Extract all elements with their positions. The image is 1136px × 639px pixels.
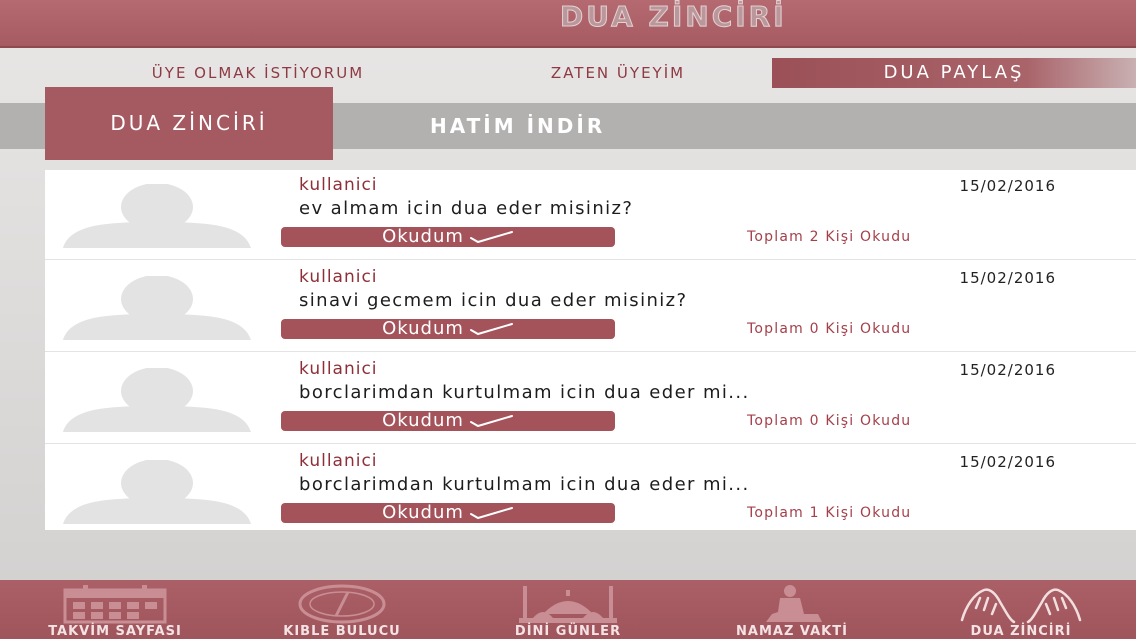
tab-hatim[interactable]: HATİM İNDİR <box>430 103 730 149</box>
read-button[interactable]: Okudum <box>281 411 615 431</box>
post-date: 15/02/2016 <box>959 361 1056 379</box>
nav-register[interactable]: ÜYE OLMAK İSTİYORUM <box>60 58 456 88</box>
nav-share-prayer[interactable]: DUA PAYLAŞ <box>772 58 1136 88</box>
list-item: kullanici 15/02/2016 ev almam icin dua e… <box>45 170 1136 260</box>
read-button-label: Okudum <box>382 318 464 339</box>
bottom-nav-prayer-times[interactable]: NAMAZ VAKTİ <box>682 580 902 639</box>
checkmark-icon <box>469 231 513 244</box>
page-title: DUA ZİNCİRİ <box>560 0 787 34</box>
read-count: Toplam 1 Kişi Okudu <box>747 505 912 521</box>
bottom-nav-label: TAKVİM SAYFASI <box>48 624 182 639</box>
bottom-nav-label: DİNİ GÜNLER <box>514 624 622 639</box>
read-button[interactable]: Okudum <box>281 227 615 247</box>
bottom-nav-religious-days[interactable]: DİNİ GÜNLER <box>458 580 678 639</box>
read-button-label: Okudum <box>382 502 464 523</box>
praying-hands-icon <box>960 588 1082 624</box>
post-date: 15/02/2016 <box>959 177 1056 195</box>
nav-login[interactable]: ZATEN ÜYEYİM <box>490 58 746 88</box>
avatar-placeholder-icon <box>63 184 251 248</box>
bottom-nav-label: KIBLE BULUCU <box>283 624 401 639</box>
checkmark-icon <box>469 415 513 428</box>
avatar-placeholder-icon <box>63 276 251 340</box>
compass-icon <box>298 584 386 624</box>
post-date: 15/02/2016 <box>959 453 1056 471</box>
mosque-icon <box>519 586 617 623</box>
list-item: kullanici 15/02/2016 borclarimdan kurtul… <box>45 354 1136 444</box>
list-item: kullanici 15/02/2016 sinavi gecmem icin … <box>45 262 1136 352</box>
post-date: 15/02/2016 <box>959 269 1056 287</box>
calendar-icon <box>63 585 167 624</box>
read-button-label: Okudum <box>382 410 464 431</box>
tab-prayer-chain[interactable]: DUA ZİNCİRİ <box>45 87 333 160</box>
checkmark-icon <box>469 323 513 336</box>
tab-bar: DUA ZİNCİRİ HATİM İNDİR <box>0 87 1136 160</box>
read-button[interactable]: Okudum <box>281 503 615 523</box>
read-count: Toplam 0 Kişi Okudu <box>747 321 912 337</box>
avatar-placeholder-icon <box>63 460 251 524</box>
post-message: ev almam icin dua eder misiniz? <box>299 198 634 219</box>
checkmark-icon <box>469 507 513 520</box>
post-username: kullanici <box>299 451 378 471</box>
post-message: borclarimdan kurtulmam icin dua eder mi.… <box>299 474 750 495</box>
bottom-nav: TAKVİM SAYFASI KIBLE BULUCU DİNİ GÜNLER <box>0 580 1136 639</box>
post-message: sinavi gecmem icin dua eder misiniz? <box>299 290 688 311</box>
read-button[interactable]: Okudum <box>281 319 615 339</box>
avatar-placeholder-icon <box>63 368 251 432</box>
bottom-nav-prayer-chain[interactable]: DUA ZİNCİRİ <box>910 580 1132 639</box>
post-username: kullanici <box>299 175 378 195</box>
bottom-nav-calendar[interactable]: TAKVİM SAYFASI <box>5 580 225 639</box>
post-message: borclarimdan kurtulmam icin dua eder mi.… <box>299 382 750 403</box>
bottom-nav-qibla[interactable]: KIBLE BULUCU <box>232 580 452 639</box>
post-username: kullanici <box>299 359 378 379</box>
bottom-nav-label: DUA ZİNCİRİ <box>970 624 1072 639</box>
read-count: Toplam 2 Kişi Okudu <box>747 229 912 245</box>
app-header: DUA ZİNCİRİ <box>0 0 1136 48</box>
praying-person-icon <box>766 585 822 622</box>
post-username: kullanici <box>299 267 378 287</box>
bottom-nav-label: NAMAZ VAKTİ <box>736 624 848 639</box>
read-button-label: Okudum <box>382 226 464 247</box>
prayer-list[interactable]: kullanici 15/02/2016 ev almam icin dua e… <box>45 170 1136 530</box>
read-count: Toplam 0 Kişi Okudu <box>747 413 912 429</box>
list-item: kullanici 15/02/2016 borclarimdan kurtul… <box>45 446 1136 536</box>
